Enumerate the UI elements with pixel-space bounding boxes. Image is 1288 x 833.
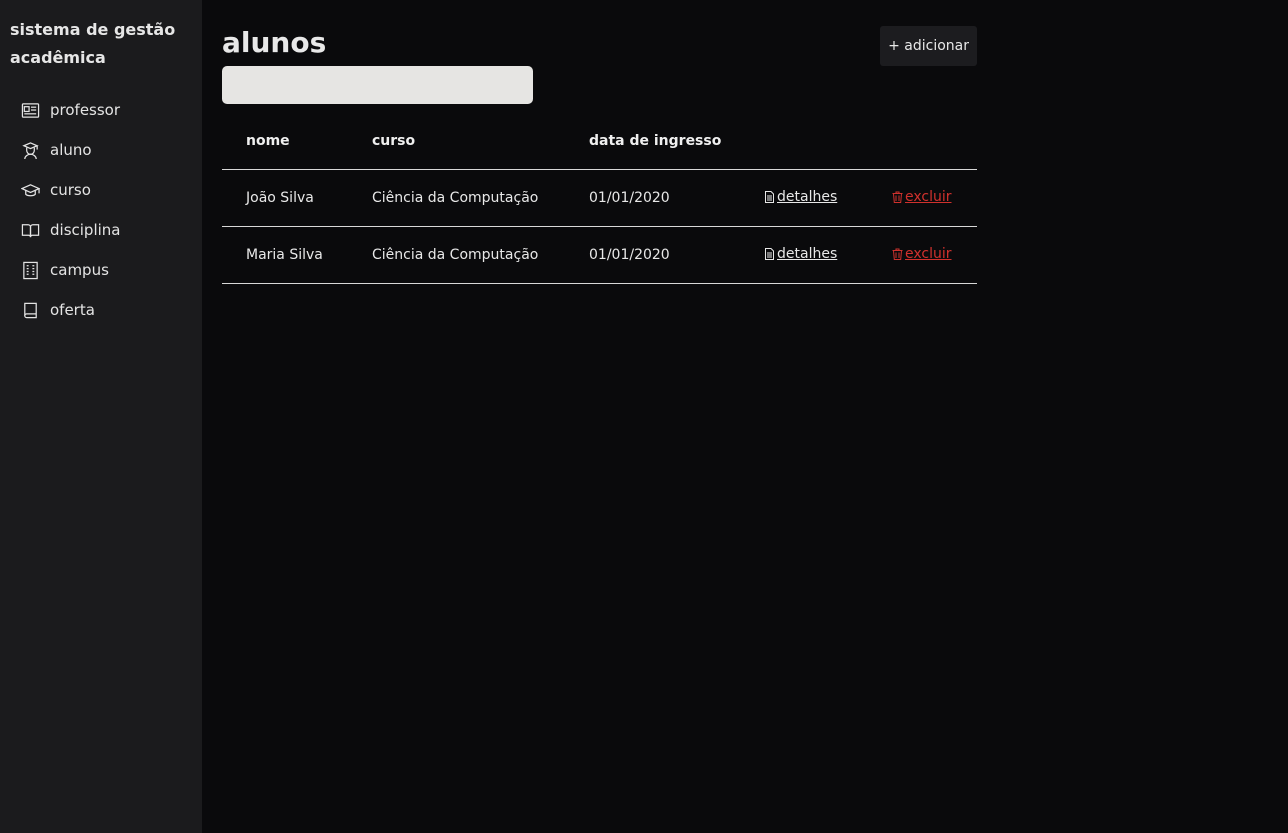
students-table: nome curso data de ingresso João Silva C… [222, 113, 977, 284]
cell-nome: Maria Silva [222, 226, 348, 284]
cell-data: 01/01/2020 [565, 169, 740, 227]
cell-details: detalhes [740, 169, 868, 227]
column-header-empty [740, 113, 868, 170]
sidebar-item-curso[interactable]: curso [0, 170, 202, 210]
sidebar: sistema de gestão acadêmica professor al… [0, 0, 202, 833]
details-link[interactable]: detalhes [764, 189, 837, 205]
delete-link[interactable]: excluir [892, 246, 952, 262]
sidebar-item-professor[interactable]: professor [0, 90, 202, 130]
delete-link[interactable]: excluir [892, 189, 952, 205]
document-icon [765, 190, 774, 203]
search-input[interactable] [222, 66, 533, 104]
cell-delete: excluir [868, 169, 977, 227]
graduation-cap-icon [20, 180, 40, 200]
details-label: detalhes [777, 245, 838, 262]
sidebar-item-disciplina[interactable]: disciplina [0, 210, 202, 250]
table-row: Maria Silva Ciência da Computação 01/01/… [222, 226, 977, 284]
sidebar-item-label: curso [50, 181, 91, 199]
details-label: detalhes [777, 188, 838, 205]
trash-icon [892, 248, 903, 260]
page-title: alunos [222, 26, 327, 59]
sidebar-item-aluno[interactable]: aluno [0, 130, 202, 170]
delete-label: excluir [905, 188, 952, 205]
column-header-empty [868, 113, 977, 170]
id-card-icon [20, 100, 40, 120]
cell-curso: Ciência da Computação [348, 169, 565, 227]
building-icon [20, 260, 40, 280]
sidebar-item-label: aluno [50, 141, 92, 159]
table-header-row: nome curso data de ingresso [222, 113, 977, 170]
add-button[interactable]: + adicionar [880, 26, 977, 66]
document-icon [765, 247, 774, 260]
sidebar-item-oferta[interactable]: oferta [0, 290, 202, 330]
sidebar-item-campus[interactable]: campus [0, 250, 202, 290]
sidebar-nav: professor aluno curso disciplina campus [0, 90, 202, 330]
column-header-data: data de ingresso [565, 113, 740, 170]
sidebar-item-label: campus [50, 261, 109, 279]
column-header-nome: nome [222, 113, 348, 170]
cell-delete: excluir [868, 226, 977, 284]
details-link[interactable]: detalhes [764, 246, 837, 262]
open-book-icon [20, 220, 40, 240]
book-icon [20, 300, 40, 320]
sidebar-item-label: professor [50, 101, 121, 119]
sidebar-item-label: oferta [50, 301, 95, 319]
delete-label: excluir [905, 245, 952, 262]
sidebar-item-label: disciplina [50, 221, 121, 239]
trash-icon [892, 191, 903, 203]
student-icon [20, 140, 40, 160]
column-header-curso: curso [348, 113, 565, 170]
app-title: sistema de gestão acadêmica [10, 20, 176, 67]
cell-data: 01/01/2020 [565, 226, 740, 284]
table-row: João Silva Ciência da Computação 01/01/2… [222, 169, 977, 227]
cell-details: detalhes [740, 226, 868, 284]
cell-nome: João Silva [222, 169, 348, 227]
cell-curso: Ciência da Computação [348, 226, 565, 284]
